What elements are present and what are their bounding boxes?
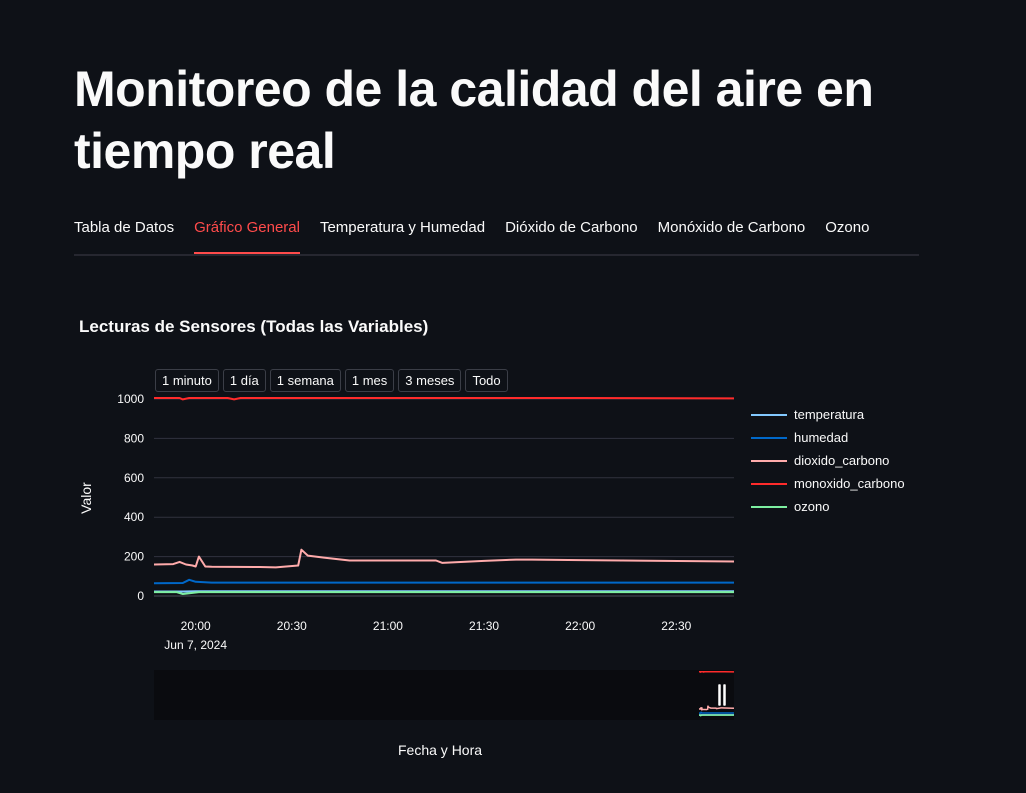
x-tick-label: 22:30 <box>661 619 691 633</box>
y-tick-label: 0 <box>137 589 144 603</box>
y-tick-label: 800 <box>124 431 144 445</box>
y-tick-label: 1000 <box>117 392 144 406</box>
legend-swatch <box>751 413 787 416</box>
slider-series-ozono <box>699 714 734 717</box>
slider-handle-right <box>722 683 727 707</box>
legend-item-ozono[interactable]: ozono <box>751 495 905 518</box>
x-tick-label: 20:30 <box>277 619 307 633</box>
x-tick-label: 20:00 <box>181 619 211 633</box>
legend-label: humedad <box>794 430 849 445</box>
legend-swatch <box>751 482 787 485</box>
series-line-humedad <box>153 578 734 585</box>
x-date-label: Jun 7, 2024 <box>164 638 227 652</box>
slider-series-dioxido_carbono <box>698 705 735 712</box>
range-slider[interactable] <box>154 670 735 720</box>
series-line-ozono <box>154 591 734 595</box>
y-axis-label: Valor <box>78 482 94 514</box>
y-tick-label: 200 <box>124 550 144 564</box>
legend-label: ozono <box>794 499 830 514</box>
legend-item-dioxido_carbono[interactable]: dioxido_carbono <box>751 449 905 472</box>
y-tick-label: 600 <box>124 471 144 485</box>
x-tick-label: 21:00 <box>373 619 403 633</box>
x-tick-label: 22:00 <box>565 619 595 633</box>
legend-label: temperatura <box>794 407 865 422</box>
chart-legend: temperatura humedad dioxido_carbonomonoxid… <box>751 403 905 518</box>
slider-series-humedad <box>699 711 734 714</box>
x-tick-label: 21:30 <box>469 619 499 633</box>
legend-swatch <box>751 459 787 462</box>
x-axis-label: Fecha y Hora <box>398 742 483 758</box>
legend-swatch <box>751 505 787 508</box>
legend-label: dioxido_carbono <box>794 453 890 468</box>
legend-item-humedad[interactable]: humedad <box>751 426 905 449</box>
legend-swatch <box>751 436 787 439</box>
y-tick-label: 400 <box>124 510 144 524</box>
legend-item-monoxido_carbono[interactable]: monoxido_carbono <box>751 472 905 495</box>
legend-label: monoxido_carbono <box>794 476 905 491</box>
range-slider-preview <box>698 671 735 717</box>
slider-handle-left <box>717 683 722 707</box>
series-line-dioxido_carbono <box>153 548 735 569</box>
legend-item-temperatura[interactable]: temperatura <box>751 403 905 426</box>
